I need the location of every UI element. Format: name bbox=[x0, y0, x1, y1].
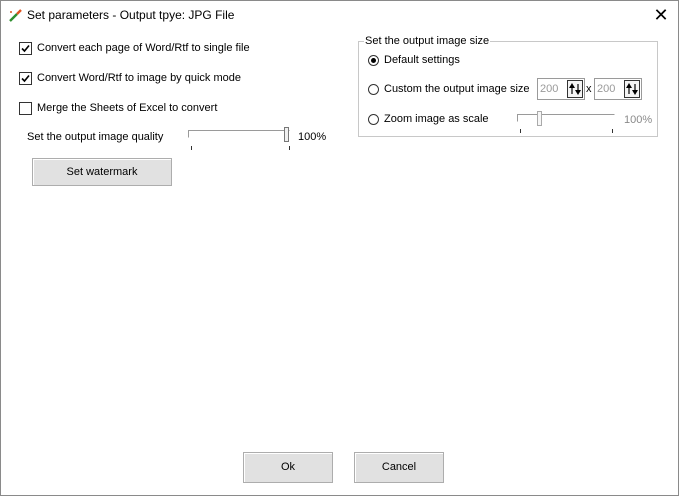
width-spinbox[interactable]: 200 bbox=[537, 78, 585, 100]
quick-mode-checkbox[interactable] bbox=[19, 72, 32, 85]
height-spin-buttons[interactable] bbox=[624, 80, 640, 98]
width-value: 200 bbox=[540, 83, 559, 95]
dialog-window: Set parameters - Output tpye: JPG File ✕… bbox=[0, 0, 679, 496]
default-settings-label: Default settings bbox=[384, 54, 460, 66]
quick-mode-label: Convert Word/Rtf to image by quick mode bbox=[37, 72, 241, 84]
zoom-value: 100% bbox=[624, 114, 653, 126]
close-icon[interactable]: ✕ bbox=[644, 1, 678, 29]
custom-size-label: Custom the output image size bbox=[384, 83, 530, 95]
height-value: 200 bbox=[597, 83, 616, 95]
window-title: Set parameters - Output tpye: JPG File bbox=[27, 8, 235, 22]
app-wand-icon bbox=[7, 8, 23, 24]
convert-each-page-label: Convert each page of Word/Rtf to single … bbox=[37, 42, 250, 54]
zoom-scale-radio[interactable] bbox=[368, 114, 379, 125]
checkmark-icon bbox=[21, 74, 30, 83]
zoom-slider-tick bbox=[520, 129, 521, 133]
size-separator: x bbox=[586, 83, 592, 95]
custom-size-radio[interactable] bbox=[368, 84, 379, 95]
zoom-slider-tick bbox=[612, 129, 613, 133]
quality-value: 100% bbox=[298, 131, 327, 143]
quality-slider[interactable] bbox=[188, 130, 290, 138]
spin-arrows-icon bbox=[569, 83, 581, 95]
height-spinbox[interactable]: 200 bbox=[594, 78, 642, 100]
convert-each-page-checkbox[interactable] bbox=[19, 42, 32, 55]
quality-slider-tick bbox=[289, 146, 290, 150]
cancel-button[interactable]: Cancel bbox=[354, 452, 444, 483]
radio-selected-dot bbox=[371, 58, 376, 63]
quality-slider-tick bbox=[191, 146, 192, 150]
merge-sheets-label: Merge the Sheets of Excel to convert bbox=[37, 102, 218, 114]
zoom-slider[interactable] bbox=[517, 114, 615, 122]
quality-label: Set the output image quality bbox=[27, 131, 164, 143]
width-spin-buttons[interactable] bbox=[567, 80, 583, 98]
spin-arrows-icon bbox=[626, 83, 638, 95]
title-bar: Set parameters - Output tpye: JPG File ✕ bbox=[1, 1, 678, 31]
set-watermark-button[interactable]: Set watermark bbox=[32, 158, 172, 186]
zoom-slider-thumb[interactable] bbox=[537, 111, 542, 126]
image-size-group-title: Set the output image size bbox=[364, 35, 491, 47]
default-settings-radio[interactable] bbox=[368, 55, 379, 66]
ok-button[interactable]: Ok bbox=[243, 452, 333, 483]
checkmark-icon bbox=[21, 44, 30, 53]
quality-slider-thumb[interactable] bbox=[284, 127, 289, 142]
merge-sheets-checkbox[interactable] bbox=[19, 102, 32, 115]
zoom-scale-label: Zoom image as scale bbox=[384, 113, 489, 125]
